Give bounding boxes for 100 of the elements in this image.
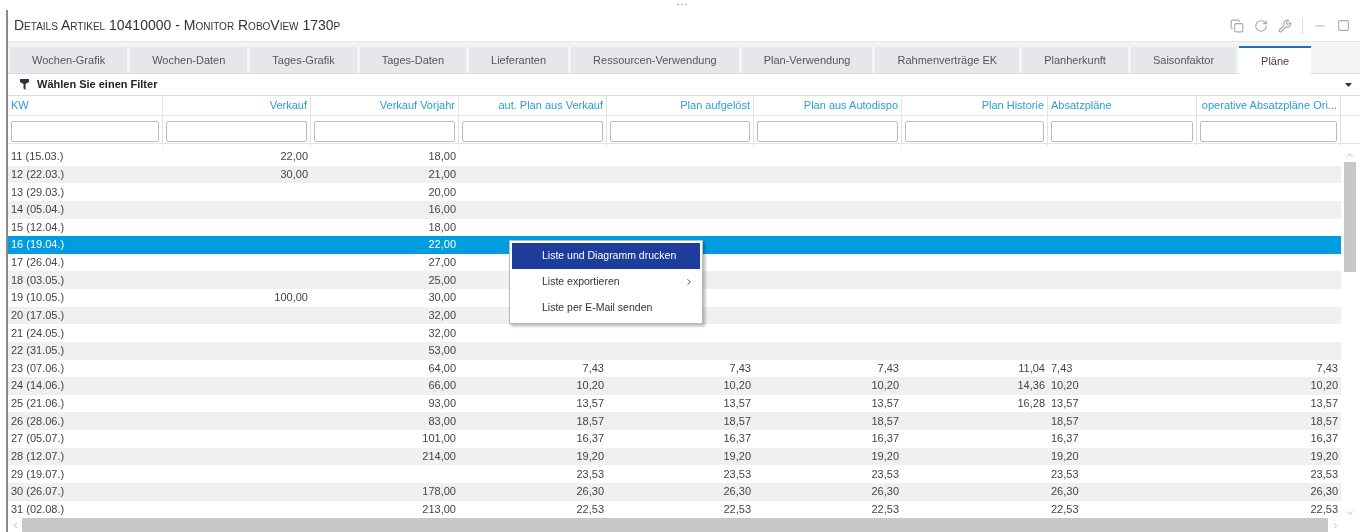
table-cell: 26,30 [871,486,899,498]
table-cell: 10,20 [723,380,751,392]
table-cell: 22,53 [723,503,751,515]
table-cell: 16,28 [1017,398,1045,410]
table-cell: 23 (07.06.) [11,362,65,374]
column-filter-field[interactable] [905,120,1044,142]
table-cell: 16,37 [871,433,899,445]
table-cell: 23,53 [1310,468,1338,480]
tab[interactable]: Wochen-Daten [130,47,248,73]
table-cell: 18 (03.05.) [11,274,65,286]
table-cell: 16,37 [1051,433,1079,445]
table-cell: 7,43 [1316,362,1338,374]
table-cell: 22 (31.05.) [11,345,65,357]
table-cell: 22,00 [280,151,308,163]
scroll-up-icon[interactable] [1345,150,1355,160]
table-cell: 15 (12.04.) [11,221,65,233]
column-filter-field[interactable] [166,120,307,142]
filter-label[interactable]: Wählen Sie einen Filter [37,76,158,93]
tab[interactable]: Plan-Verwendung [741,47,873,73]
refresh-icon[interactable] [1254,18,1268,33]
table-cell: 22,53 [1051,503,1079,515]
table-cell: 27 (05.07.) [11,433,65,445]
table-cell: 7,43 [582,362,604,374]
table-cell: 19,20 [871,450,899,462]
table-cell: 18,00 [428,151,456,163]
maximize-icon[interactable] [1337,19,1350,32]
table-cell: 26,30 [723,486,751,498]
table-cell: 14,36 [1017,380,1045,392]
table-cell: 32,00 [428,327,456,339]
table-cell: 10,20 [1051,380,1079,392]
table-cell: 23,53 [576,468,604,480]
table-cell: 26,30 [1310,486,1338,498]
table-cell: 20 (17.05.) [11,309,65,321]
tab[interactable]: Planherkunft [1022,47,1128,73]
tab[interactable]: Rahmenverträge EK [875,47,1020,73]
column-filter-field[interactable] [11,120,159,142]
table-cell: 22,53 [871,503,899,515]
table-cell: 30,00 [280,168,308,180]
table-cell: 19,20 [1051,450,1079,462]
table-cell: 23,53 [723,468,751,480]
table-cell: 13 (29.03.) [11,186,65,198]
table-cell: 13,57 [1051,398,1079,410]
column-filter-field[interactable] [462,120,603,142]
table-cell: 30 (26.07.) [11,486,65,498]
table-cell: 22,53 [576,503,604,515]
table-row[interactable]: 26 (28.06.) 83,00 18,57 18,57 18,57 18,57 18,57 [8,412,1341,430]
tab[interactable]: Tages-Daten [359,47,467,73]
table-cell: 18,57 [576,415,604,427]
table-row[interactable]: 24 (14.06.) 66,00 10,20 10,20 10,20 14,36 10,20 10,20 [8,377,1341,395]
menu-item[interactable]: Liste und Diagramm drucken [512,243,700,269]
table-cell: 64,00 [428,362,456,374]
column-filter-field[interactable] [1051,120,1193,142]
menu-item[interactable]: Liste per E-Mail senden [512,295,700,321]
table-cell: 7,43 [877,362,899,374]
tab[interactable]: Wochen-Grafik [10,47,128,73]
table-cell: 13,57 [1310,398,1338,410]
column-filter-field[interactable] [610,120,750,142]
table-cell: 18,00 [428,221,456,233]
table-cell: 178,00 [422,486,456,498]
table-cell: 23,53 [1051,468,1079,480]
column-filter-field[interactable] [1200,120,1337,142]
table-cell: 31 (02.08.) [11,503,65,515]
table-cell: 26,30 [576,486,604,498]
table-cell: 16,37 [1310,433,1338,445]
column-filter-field[interactable] [757,120,898,142]
tab[interactable]: Tages-Grafik [250,47,357,73]
table-cell: 21,00 [428,168,456,180]
table-cell: 23,53 [871,468,899,480]
windows-icon[interactable] [1230,18,1244,33]
table-cell: 213,00 [422,503,456,515]
table-cell: 22,00 [428,239,456,251]
table-cell: 66,00 [428,380,456,392]
table-cell: 18,57 [1310,415,1338,427]
table-cell: 18,57 [723,415,751,427]
filter-icon[interactable] [20,79,29,90]
table-cell: 26,30 [1051,486,1079,498]
tab[interactable]: Saisonfaktor [1130,47,1237,73]
table-cell: 25,00 [428,274,456,286]
tab[interactable]: Ressourcen-Verwendung [571,47,739,73]
table-cell: 24 (14.06.) [11,380,65,392]
dropdown-caret-icon[interactable] [1345,82,1352,87]
table-cell: 11,04 [1018,362,1045,374]
tab[interactable]: Pläne [1239,46,1312,74]
drag-handle-icon[interactable] [676,3,687,6]
scrollbar-thumb[interactable] [1344,162,1356,272]
column-filter-field[interactable] [314,120,455,142]
wrench-icon[interactable] [1278,18,1292,33]
tab[interactable]: Lieferanten [469,47,569,73]
table-cell: 101,00 [422,433,456,445]
table-cell: 10,20 [576,380,604,392]
table-cell: 16,37 [576,433,604,445]
scroll-down-icon[interactable] [1345,508,1355,518]
table-cell: 16 (19.04.) [11,239,65,251]
table-cell: 13,57 [871,398,899,410]
table-cell: 53,00 [428,345,456,357]
menu-item[interactable]: Liste exportieren [512,269,700,295]
table-cell: 19,20 [1310,450,1338,462]
table-cell: 19 (10.05.) [11,292,65,304]
horizontal-scrollbar[interactable] [8,518,1342,532]
table-cell: 13,57 [723,398,751,410]
